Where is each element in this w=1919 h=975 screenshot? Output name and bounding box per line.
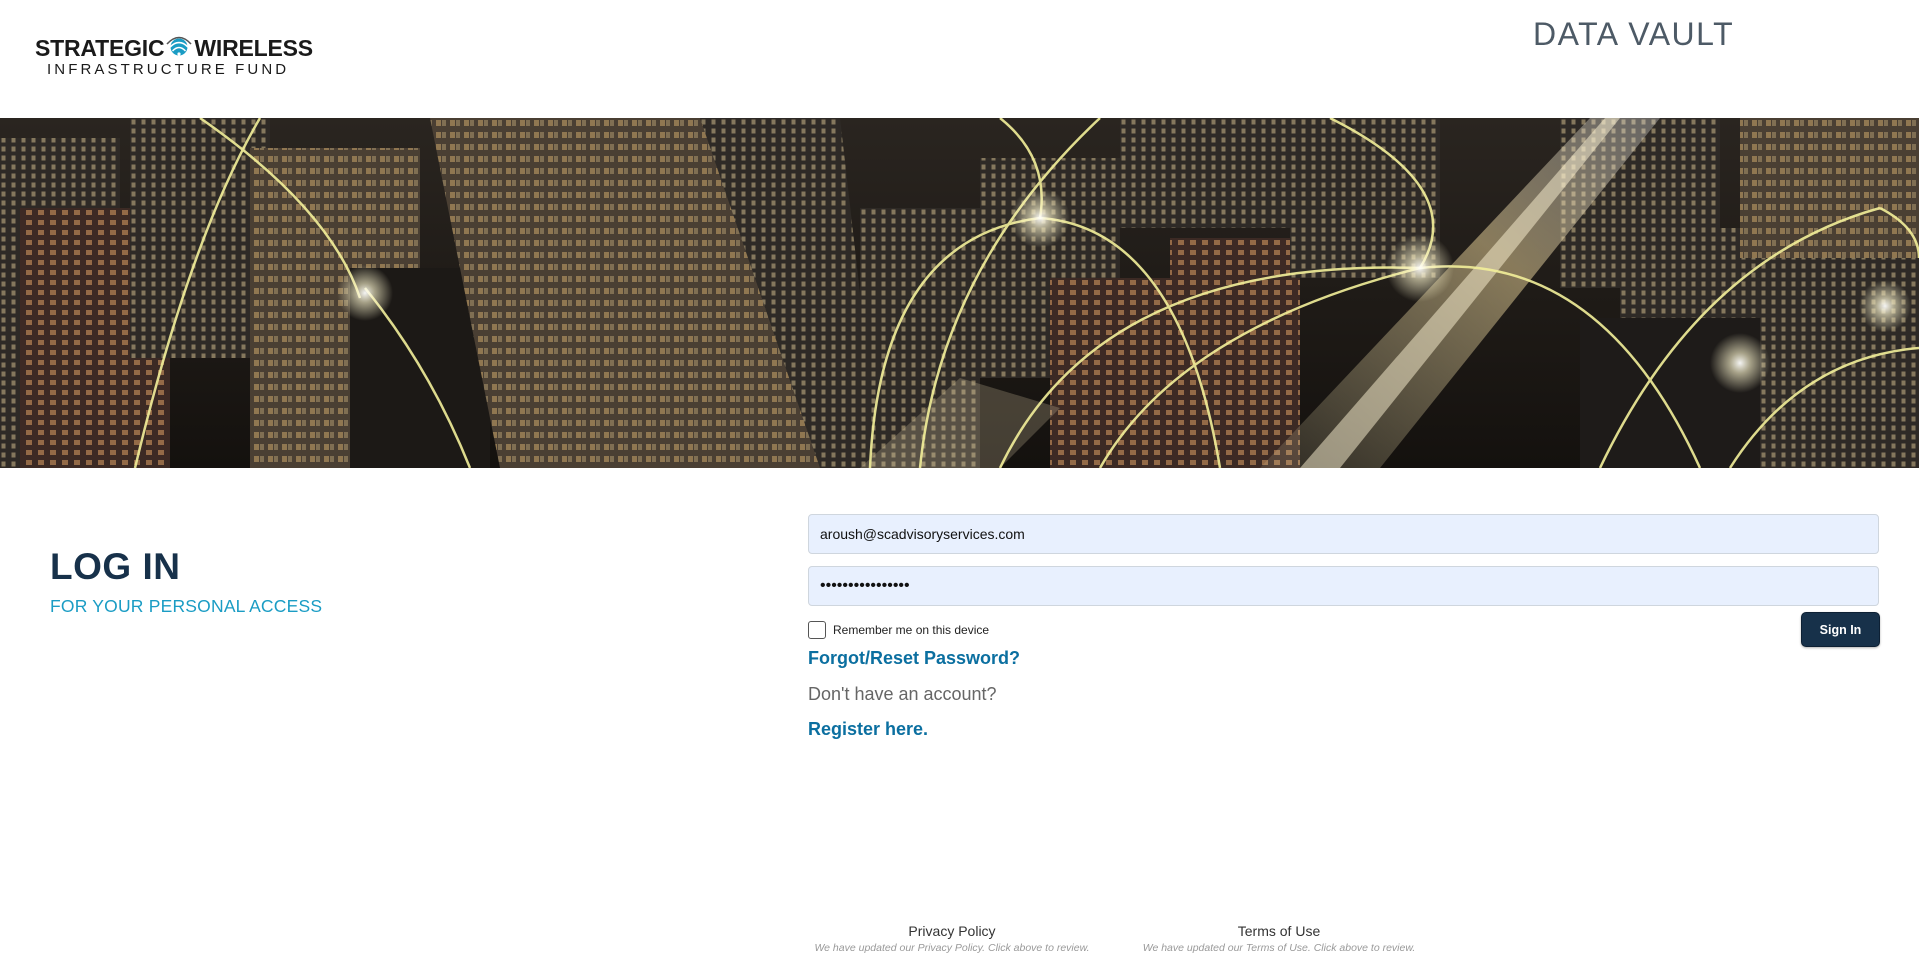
site-header: STRATEGIC WIRELESS INFRASTRUCTURE FUND D… bbox=[0, 0, 1919, 118]
globe-wave-icon bbox=[165, 34, 193, 60]
privacy-policy-block: Privacy Policy We have updated our Priva… bbox=[808, 923, 1096, 954]
city-network-banner bbox=[0, 118, 1919, 468]
login-heading: LOG IN bbox=[50, 546, 181, 587]
logo-word-right: WIRELESS bbox=[194, 35, 313, 61]
privacy-policy-note: We have updated our Privacy Policy. Clic… bbox=[814, 942, 1090, 954]
banner-image bbox=[0, 118, 1919, 468]
company-logo[interactable]: STRATEGIC WIRELESS INFRASTRUCTURE FUND bbox=[35, 34, 313, 82]
privacy-policy-link[interactable]: Privacy Policy bbox=[808, 923, 1096, 939]
logo-line1: STRATEGIC WIRELESS bbox=[35, 34, 313, 62]
remember-me-checkbox[interactable] bbox=[808, 621, 826, 639]
remember-me-row: Remember me on this device bbox=[808, 619, 989, 641]
page-title: DATA VAULT bbox=[1533, 16, 1735, 52]
email-input[interactable] bbox=[808, 514, 1879, 554]
terms-of-use-block: Terms of Use We have updated our Terms o… bbox=[1136, 923, 1422, 954]
register-link[interactable]: Register here. bbox=[808, 719, 928, 740]
logo-line2: INFRASTRUCTURE FUND bbox=[47, 61, 290, 78]
no-account-text: Don't have an account? bbox=[808, 684, 997, 704]
login-subheading: FOR YOUR PERSONAL ACCESS bbox=[50, 596, 323, 616]
remember-me-label[interactable]: Remember me on this device bbox=[833, 623, 989, 637]
password-input[interactable] bbox=[808, 566, 1879, 606]
sign-in-button[interactable]: Sign In bbox=[1801, 612, 1880, 647]
logo-word-left: STRATEGIC bbox=[35, 35, 165, 61]
forgot-password-link[interactable]: Forgot/Reset Password? bbox=[808, 648, 1020, 669]
terms-of-use-link[interactable]: Terms of Use bbox=[1136, 923, 1422, 939]
terms-of-use-note: We have updated our Terms of Use. Click … bbox=[1142, 942, 1416, 954]
